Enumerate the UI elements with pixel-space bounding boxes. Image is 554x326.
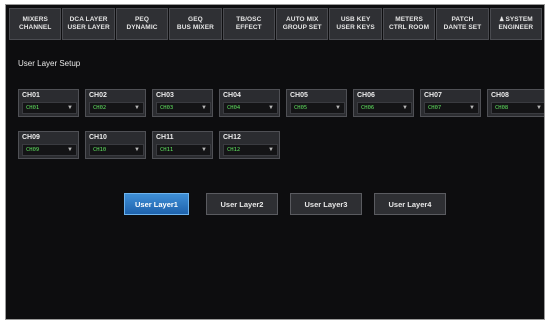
tab-line1: GEQ bbox=[188, 16, 203, 23]
channel-slot-5: CH05 CH05 ▼ bbox=[286, 89, 347, 117]
channel-select[interactable]: CH12 ▼ bbox=[223, 144, 278, 156]
tab-geq[interactable]: GEQ BUS MIXER bbox=[169, 8, 222, 40]
user-layer-4-button[interactable]: User Layer4 bbox=[374, 193, 446, 215]
channel-select[interactable]: CH04 ▼ bbox=[223, 102, 278, 114]
channel-select[interactable]: CH03 ▼ bbox=[156, 102, 211, 114]
channel-select-value: CH10 bbox=[93, 147, 107, 153]
tab-line2: USER LAYER bbox=[67, 24, 110, 31]
dropdown-arrow-icon: ▼ bbox=[268, 105, 274, 111]
channel-label: CH04 bbox=[223, 92, 241, 99]
user-layer-3-button[interactable]: User Layer3 bbox=[290, 193, 362, 215]
channel-label: CH02 bbox=[89, 92, 107, 99]
dropdown-arrow-icon: ▼ bbox=[402, 105, 408, 111]
dropdown-arrow-icon: ▼ bbox=[67, 105, 73, 111]
dropdown-arrow-icon: ▼ bbox=[469, 105, 475, 111]
tab-line2: USER KEYS bbox=[336, 24, 375, 31]
tab-line2: EFFECT bbox=[235, 24, 262, 31]
channel-label: CH10 bbox=[89, 134, 107, 141]
channel-label: CH03 bbox=[156, 92, 174, 99]
tab-line2: DYNAMIC bbox=[126, 24, 158, 31]
channel-label: CH12 bbox=[223, 134, 241, 141]
channel-select-value: CH09 bbox=[26, 147, 40, 153]
person-icon: ♟ bbox=[498, 17, 505, 23]
tab-peq[interactable]: PEQ DYNAMIC bbox=[115, 8, 169, 40]
channel-slot-12: CH12 CH12 ▼ bbox=[219, 131, 280, 159]
channel-select[interactable]: CH06 ▼ bbox=[357, 102, 412, 114]
channel-label: CH08 bbox=[491, 92, 509, 99]
channel-slot-7: CH07 CH07 ▼ bbox=[420, 89, 481, 117]
channel-label: CH11 bbox=[156, 134, 174, 141]
channel-select-value: CH05 bbox=[294, 105, 308, 111]
dropdown-arrow-icon: ▼ bbox=[67, 147, 73, 153]
tab-line1: PATCH bbox=[451, 16, 474, 23]
tab-line1: TB/OSC bbox=[236, 16, 262, 23]
channel-select[interactable]: CH08 ▼ bbox=[491, 102, 544, 114]
tab-tb-osc[interactable]: TB/OSC EFFECT bbox=[222, 8, 276, 40]
mixer-screen: MIXERS CHANNEL DCA LAYER USER LAYER PEQ … bbox=[5, 4, 545, 320]
channel-select-value: CH08 bbox=[495, 105, 509, 111]
channel-label: CH09 bbox=[22, 134, 40, 141]
dropdown-arrow-icon: ▼ bbox=[201, 105, 207, 111]
channel-select[interactable]: CH11 ▼ bbox=[156, 144, 211, 156]
channel-select-value: CH03 bbox=[160, 105, 174, 111]
dropdown-arrow-icon: ▼ bbox=[134, 147, 140, 153]
tab-line1: PEQ bbox=[135, 16, 150, 23]
channel-slot-10: CH10 CH10 ▼ bbox=[85, 131, 146, 159]
channel-slot-3: CH03 CH03 ▼ bbox=[152, 89, 213, 117]
tab-mixers[interactable]: MIXERS CHANNEL bbox=[9, 8, 62, 40]
channel-label: CH05 bbox=[290, 92, 308, 99]
tab-dca-layer[interactable]: DCA LAYER USER LAYER bbox=[62, 8, 115, 40]
tab-line2: GROUP SET bbox=[282, 24, 322, 31]
tab-system[interactable]: ♟SYSTEM ENGINEER bbox=[489, 8, 543, 40]
channel-slot-4: CH04 CH04 ▼ bbox=[219, 89, 280, 117]
channel-select[interactable]: CH01 ▼ bbox=[22, 102, 77, 114]
channel-select-value: CH07 bbox=[428, 105, 442, 111]
channel-select[interactable]: CH10 ▼ bbox=[89, 144, 144, 156]
tab-auto-mix[interactable]: AUTO MIX GROUP SET bbox=[276, 8, 329, 40]
tab-line1: METERS bbox=[395, 16, 423, 23]
channel-select[interactable]: CH02 ▼ bbox=[89, 102, 144, 114]
channel-select-value: CH06 bbox=[361, 105, 375, 111]
page-title: User Layer Setup bbox=[18, 59, 81, 68]
dropdown-arrow-icon: ▼ bbox=[335, 105, 341, 111]
channel-slot-11: CH11 CH11 ▼ bbox=[152, 131, 213, 159]
channel-slot-9: CH09 CH09 ▼ bbox=[18, 131, 79, 159]
tab-line1: DCA LAYER bbox=[69, 16, 108, 23]
channel-select[interactable]: CH05 ▼ bbox=[290, 102, 345, 114]
channel-slot-1: CH01 CH01 ▼ bbox=[18, 89, 79, 117]
channel-select-value: CH11 bbox=[160, 147, 174, 153]
tab-line2: BUS MIXER bbox=[176, 24, 214, 31]
tab-patch[interactable]: PATCH DANTE SET bbox=[436, 8, 489, 40]
tab-line2: ENGINEER bbox=[498, 24, 534, 31]
channel-select-value: CH12 bbox=[227, 147, 241, 153]
channel-slot-6: CH06 CH06 ▼ bbox=[353, 89, 414, 117]
top-tab-bar: MIXERS CHANNEL DCA LAYER USER LAYER PEQ … bbox=[9, 8, 543, 40]
tab-line1: AUTO MIX bbox=[286, 16, 319, 23]
dropdown-arrow-icon: ▼ bbox=[134, 105, 140, 111]
tab-line1-wrap: ♟SYSTEM bbox=[499, 16, 533, 24]
dropdown-arrow-icon: ▼ bbox=[201, 147, 207, 153]
tab-usb-key[interactable]: USB KEY USER KEYS bbox=[329, 8, 382, 40]
tab-line2: CTRL ROOM bbox=[388, 24, 430, 31]
channel-slot-8: CH08 CH08 ▼ bbox=[487, 89, 544, 117]
channel-slot-2: CH02 CH02 ▼ bbox=[85, 89, 146, 117]
tab-line1: MIXERS bbox=[22, 16, 48, 23]
user-layer-1-button[interactable]: User Layer1 bbox=[124, 193, 189, 215]
channel-label: CH07 bbox=[424, 92, 442, 99]
tab-line2: DANTE SET bbox=[443, 24, 482, 31]
channel-label: CH06 bbox=[357, 92, 375, 99]
tab-meters[interactable]: METERS CTRL ROOM bbox=[382, 8, 436, 40]
tab-line2: CHANNEL bbox=[18, 24, 52, 31]
tab-line1: USB KEY bbox=[340, 16, 371, 23]
channel-select-value: CH04 bbox=[227, 105, 241, 111]
channel-select-value: CH02 bbox=[93, 105, 107, 111]
dropdown-arrow-icon: ▼ bbox=[536, 105, 542, 111]
user-layer-2-button[interactable]: User Layer2 bbox=[206, 193, 278, 215]
tab-line1: SYSTEM bbox=[505, 16, 533, 23]
channel-select-value: CH01 bbox=[26, 105, 40, 111]
channel-select[interactable]: CH09 ▼ bbox=[22, 144, 77, 156]
channel-label: CH01 bbox=[22, 92, 40, 99]
dropdown-arrow-icon: ▼ bbox=[268, 147, 274, 153]
channel-select[interactable]: CH07 ▼ bbox=[424, 102, 479, 114]
